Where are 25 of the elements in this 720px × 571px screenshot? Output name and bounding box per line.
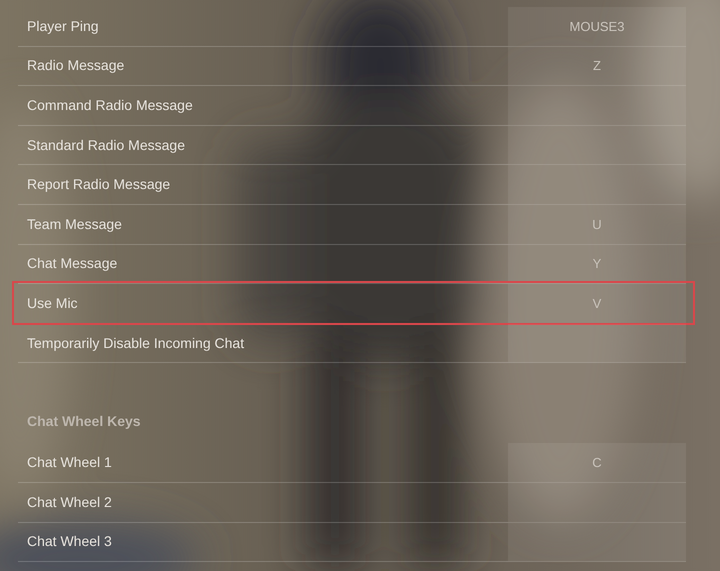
binding-label: Radio Message [26,56,124,76]
key-binding-field[interactable]: MOUSE3 [508,7,686,46]
binding-label: Standard Radio Message [26,136,185,155]
key-binding-field[interactable]: Z [508,46,686,86]
key-binding-field[interactable] [508,86,686,125]
key-binding-field[interactable]: U [508,204,686,244]
binding-label: Chat Wheel 3 [26,532,112,552]
key-binding-field[interactable] [508,522,686,562]
key-binding-field[interactable] [508,165,686,204]
binding-label: Temporarily Disable Incoming Chat [26,334,244,353]
key-binding-field[interactable] [508,126,686,164]
binding-label: Command Radio Message [26,96,193,115]
binding-label: Chat Message [26,254,118,274]
binding-label: Use Mic [26,294,78,313]
key-binding-field[interactable]: Y [508,244,686,284]
binding-label: Chat Wheel 1 [26,453,112,472]
binding-label: Team Message [26,214,122,234]
key-binding-field[interactable] [508,482,686,522]
key-binding-field[interactable]: V [508,284,686,323]
binding-label: Player Ping [26,16,99,36]
section-heading: Chat Wheel Keys [26,412,141,432]
binding-label: Chat Wheel 2 [26,492,112,512]
key-binding-field[interactable] [508,324,686,362]
binding-label: Report Radio Message [26,175,170,194]
key-binding-field[interactable]: C [508,443,686,482]
